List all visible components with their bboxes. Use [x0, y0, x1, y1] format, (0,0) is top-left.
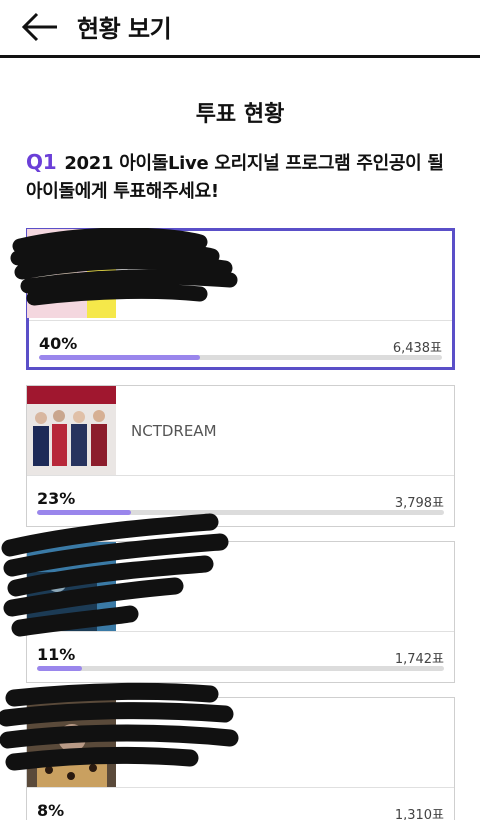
back-button[interactable]: [20, 10, 60, 44]
vote-count: 6,438표: [392, 341, 442, 356]
vote-bar: [37, 666, 444, 671]
question-text: 2021 아이돌Live 오리지널 프로그램 주인공이 될 아이돌에게 투표해주…: [26, 153, 444, 202]
candidate-photo: [27, 229, 116, 318]
vote-bar-fill: [37, 510, 131, 515]
vote-bar-fill: [39, 355, 201, 360]
candidate-card[interactable]: 박효 11% 1,742표: [26, 541, 455, 683]
vote-count: 1,310표: [394, 808, 444, 820]
candidate-name: 박효: [131, 580, 159, 598]
question: Q1 2021 아이돌Live 오리지널 프로그램 주인공이 될 아이돌에게 투표…: [26, 148, 456, 206]
vote-percent: 8%: [37, 801, 65, 820]
vote-count: 3,798표: [394, 496, 444, 511]
vote-percent: 23%: [37, 489, 76, 508]
vote-percent: 11%: [37, 645, 76, 664]
candidate-photo: [27, 698, 116, 787]
vote-count: 1,742표: [394, 652, 444, 667]
candidate-name: 아이즈원: [133, 269, 189, 287]
candidate-card[interactable]: 아이즈원 40% 6,438표: [26, 228, 455, 370]
candidate-name: NCTDREAM: [131, 422, 217, 440]
card-divider: [27, 787, 454, 788]
candidate-photo: [27, 386, 116, 475]
card-divider: [29, 320, 452, 321]
candidate-card[interactable]: NCTDREAM 23% 3,798표: [26, 385, 455, 527]
section-title: 투표 현황: [195, 102, 285, 127]
card-divider: [27, 475, 454, 476]
vote-bar: [37, 510, 444, 515]
top-bar: 현황 보기: [0, 0, 480, 58]
arrow-left-icon: [21, 12, 57, 42]
vote-bar-fill: [37, 666, 82, 671]
question-number: Q1: [26, 150, 57, 174]
vote-percent: 40%: [39, 334, 78, 353]
candidate-photo: [27, 542, 116, 631]
vote-bar: [39, 355, 442, 360]
card-divider: [27, 631, 454, 632]
candidate-card[interactable]: 8% 1,310표: [26, 697, 455, 820]
page-title: 현황 보기: [77, 15, 172, 43]
